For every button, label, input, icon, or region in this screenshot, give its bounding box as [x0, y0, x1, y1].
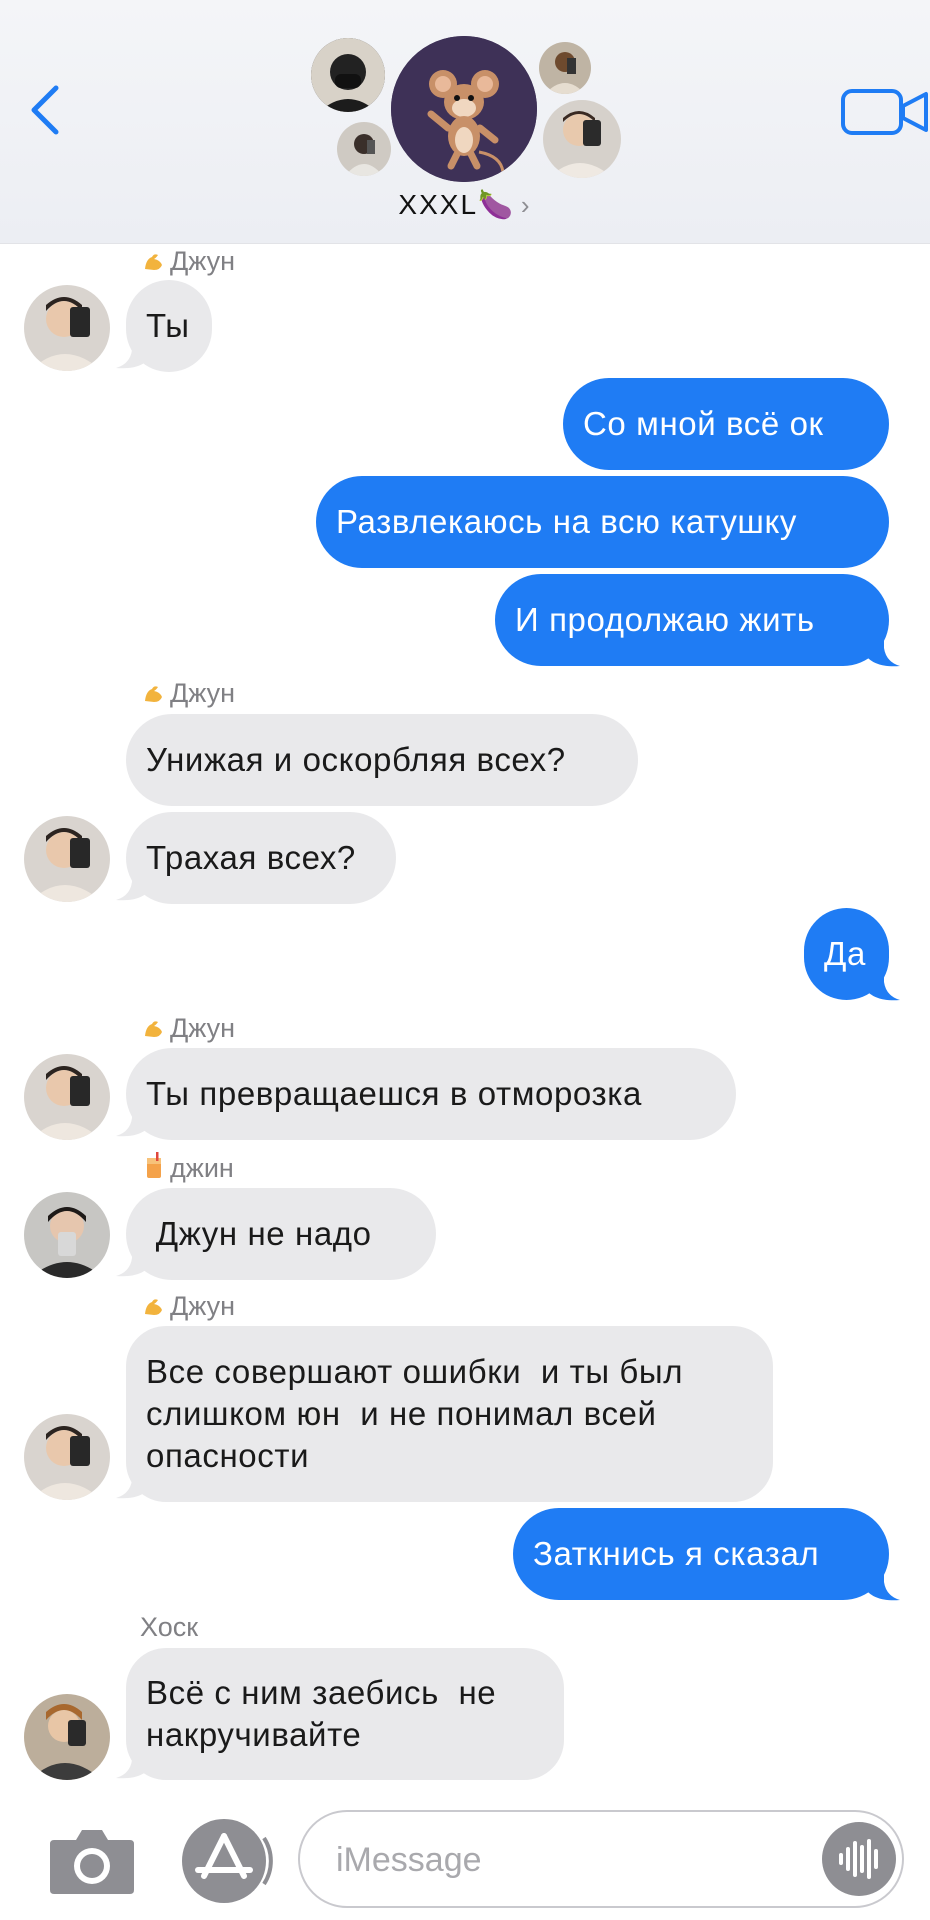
sender-avatar[interactable]: [24, 1414, 110, 1500]
message-bubble-outgoing[interactable]: Заткнись я сказал: [513, 1508, 889, 1600]
member-avatar: [311, 38, 385, 112]
group-name-label: XXXL: [398, 189, 479, 220]
member-avatar: [539, 42, 591, 94]
conversation-header: XXXL🍆 ›: [0, 0, 930, 244]
sender-avatar[interactable]: [24, 1192, 110, 1278]
message-composer: [0, 1790, 930, 1920]
message-bubble-incoming[interactable]: Ты: [126, 280, 212, 372]
message-bubble-outgoing[interactable]: Развлекаюсь на всю катушку: [316, 476, 889, 568]
bubble-tail: [866, 962, 900, 1001]
bubble-tail: [866, 1562, 900, 1601]
flexed-biceps-icon: [142, 681, 166, 705]
chevron-right-icon: ›: [520, 190, 532, 220]
member-avatar: [337, 122, 391, 176]
message-bubble-incoming[interactable]: Унижая и оскорбляя всех?: [126, 714, 638, 806]
juice-box-icon: [142, 1152, 166, 1178]
flexed-biceps-icon: [142, 249, 166, 273]
sender-avatar[interactable]: [24, 816, 110, 902]
flexed-biceps-icon: [142, 1294, 166, 1318]
camera-icon[interactable]: [48, 1826, 136, 1896]
group-avatar-cluster[interactable]: [300, 30, 630, 190]
message-bubble-outgoing[interactable]: И продолжаю жить: [495, 574, 889, 666]
group-main-avatar: [391, 36, 537, 182]
sender-label: Джун: [142, 1013, 235, 1044]
message-bubble-incoming[interactable]: Ты превращаешся в отморозка: [126, 1048, 736, 1140]
flexed-biceps-icon: [142, 1016, 166, 1040]
sender-label: джин: [142, 1152, 234, 1184]
message-bubble-incoming[interactable]: Все совершают ошибки и ты был слишком юн…: [126, 1326, 773, 1502]
message-bubble-outgoing[interactable]: Со мной всё ок: [563, 378, 889, 470]
sender-label: Хоск: [140, 1612, 199, 1642]
sender-avatar[interactable]: [24, 1054, 110, 1140]
sender-avatar[interactable]: [24, 285, 110, 371]
message-bubble-incoming[interactable]: Всё с ним заебись не накручивайте: [126, 1648, 564, 1780]
message-bubble-incoming[interactable]: Джун не надо: [126, 1188, 436, 1280]
message-bubble-incoming[interactable]: Трахая всех?: [126, 812, 396, 904]
sender-label: Джун: [142, 246, 235, 277]
member-avatar: [543, 100, 621, 178]
sender-avatar[interactable]: [24, 1694, 110, 1780]
bubble-tail: [866, 628, 900, 667]
audio-waveform-icon[interactable]: [822, 1822, 896, 1896]
sender-label: Джун: [142, 1291, 235, 1322]
imessage-input[interactable]: [334, 1830, 798, 1890]
back-chevron-icon[interactable]: [26, 82, 66, 138]
sender-label: Джун: [142, 678, 235, 709]
app-store-icon[interactable]: [180, 1818, 276, 1904]
group-name-title[interactable]: XXXL🍆 ›: [0, 188, 930, 221]
video-camera-icon[interactable]: [840, 86, 930, 138]
eggplant-icon: 🍆: [478, 189, 515, 220]
imessage-input-container[interactable]: [298, 1810, 904, 1908]
